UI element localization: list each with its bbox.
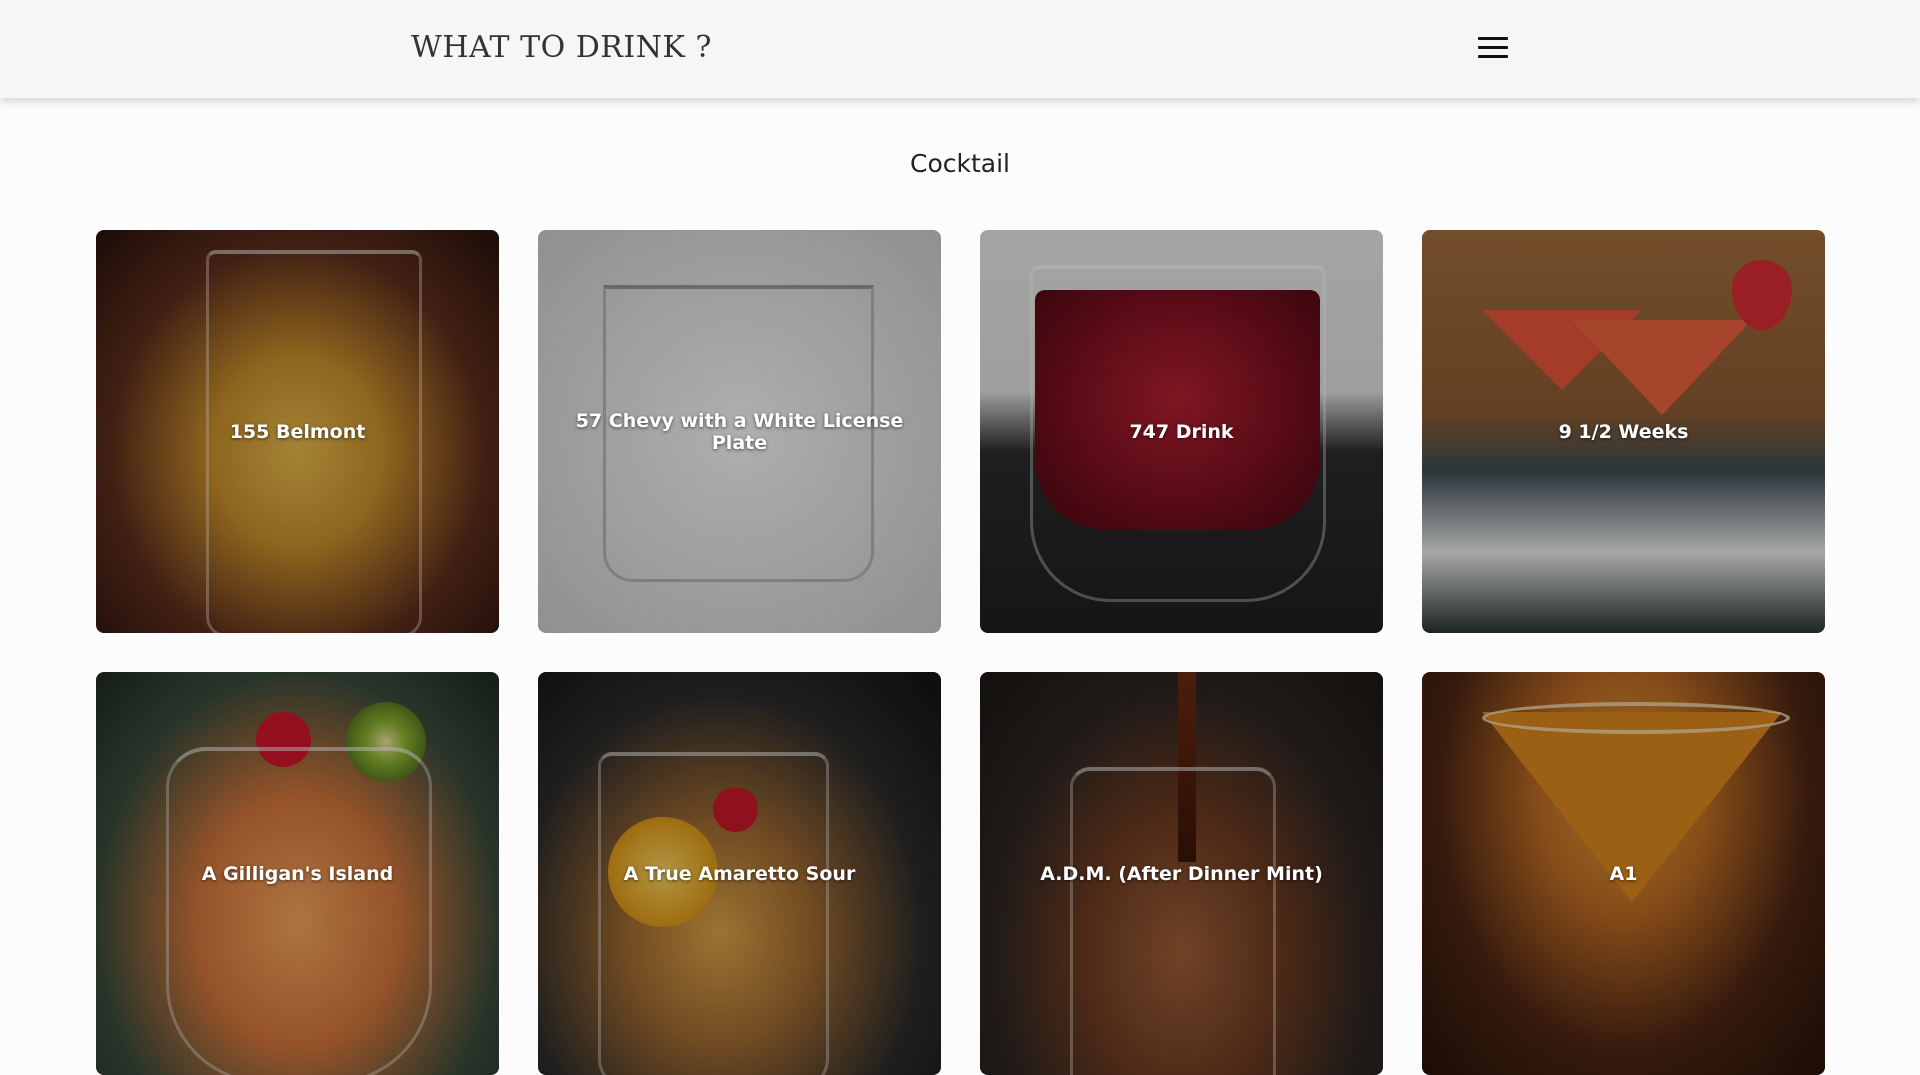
top-navbar: WHAT TO DRINK ? (0, 0, 1920, 98)
drink-name: 57 Chevy with a White License Plate (575, 409, 904, 454)
drink-card[interactable]: A Gilligan's Island (96, 672, 499, 1075)
drink-card[interactable]: 57 Chevy with a White License Plate (538, 230, 941, 633)
drink-card[interactable]: A1 (1422, 672, 1825, 1075)
drink-name: A.D.M. (After Dinner Mint) (1040, 862, 1323, 885)
drink-name: A Gilligan's Island (201, 862, 394, 885)
drink-card[interactable]: A True Amaretto Sour (538, 672, 941, 1075)
drink-name: A1 (1609, 862, 1638, 885)
menu-line (1478, 46, 1508, 49)
section-title: Cocktail (910, 149, 1010, 178)
drink-name: 747 Drink (1129, 420, 1234, 443)
drink-card[interactable]: 155 Belmont (96, 230, 499, 633)
hamburger-menu-icon[interactable] (1478, 35, 1510, 59)
drink-name: 9 1/2 Weeks (1558, 420, 1689, 443)
drink-name: A True Amaretto Sour (623, 862, 856, 885)
menu-line (1478, 37, 1508, 40)
menu-line (1478, 55, 1508, 58)
drink-card[interactable]: 747 Drink (980, 230, 1383, 633)
drink-card[interactable]: A.D.M. (After Dinner Mint) (980, 672, 1383, 1075)
site-logo[interactable]: WHAT TO DRINK ? (411, 30, 712, 66)
drink-card[interactable]: 9 1/2 Weeks (1422, 230, 1825, 633)
drink-name: 155 Belmont (229, 420, 366, 443)
